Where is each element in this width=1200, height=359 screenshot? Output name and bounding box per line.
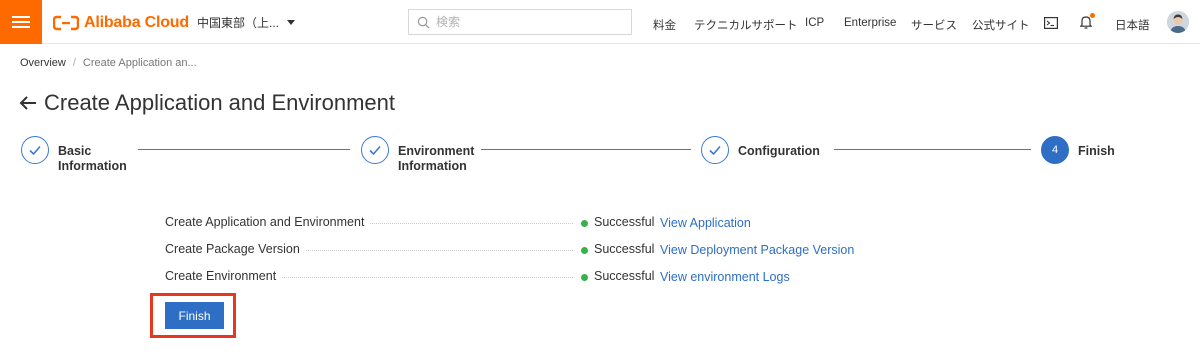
- notification-dot: [1090, 13, 1095, 18]
- step-2-check-icon: [361, 136, 389, 164]
- breadcrumb-overview[interactable]: Overview: [20, 57, 66, 69]
- step-3-check-icon: [701, 136, 729, 164]
- nav-link-icp[interactable]: ICP: [805, 17, 824, 29]
- step-indicator: Basic Information Environment Informatio…: [0, 136, 1200, 184]
- nav-link-enterprise[interactable]: Enterprise: [844, 17, 896, 29]
- step-1-label-line2: Information: [58, 159, 127, 173]
- step-4-label: Finish: [1078, 144, 1115, 159]
- step-connector: [138, 149, 350, 150]
- region-label: 中国東部（上...: [197, 16, 280, 30]
- avatar[interactable]: [1167, 11, 1189, 33]
- back-arrow-icon[interactable]: [18, 93, 38, 113]
- step-connector: [481, 149, 691, 150]
- title-row: Create Application and Environment: [18, 90, 395, 116]
- success-status-dot: [581, 220, 588, 227]
- success-status-dot: [581, 247, 588, 254]
- search-input[interactable]: [436, 15, 616, 29]
- view-deployment-package-link[interactable]: View Deployment Package Version: [660, 243, 854, 257]
- breadcrumb-current: Create Application an...: [82, 57, 197, 69]
- nav-link-services[interactable]: サービス: [911, 17, 957, 33]
- bell-icon[interactable]: [1079, 13, 1095, 29]
- step-3-label-line1: Configuration: [738, 144, 820, 158]
- page-title: Create Application and Environment: [44, 90, 395, 115]
- status-text: Successful: [594, 269, 655, 283]
- result-list: Create Application and Environment Succe…: [165, 213, 865, 294]
- success-status-dot: [581, 274, 588, 281]
- logo-text: Alibaba Cloud: [84, 14, 189, 31]
- step-1-label: Basic Information: [58, 144, 127, 174]
- menu-icon[interactable]: [0, 0, 42, 44]
- breadcrumb: Overview / Create Application an...: [20, 57, 197, 69]
- step-2-label-line1: Environment: [398, 144, 475, 158]
- logo-icon: [53, 15, 79, 31]
- step-connector: [834, 149, 1031, 150]
- result-row: Create Package Version Successful View D…: [165, 240, 865, 267]
- nav-link-pricing[interactable]: 料金: [653, 17, 676, 33]
- nav-link-official-site[interactable]: 公式サイト: [972, 17, 1030, 33]
- status-text: Successful: [594, 242, 655, 256]
- result-name: Create Package Version: [165, 242, 306, 256]
- language-selector[interactable]: 日本語: [1115, 17, 1150, 33]
- alibaba-cloud-logo[interactable]: Alibaba Cloud: [53, 12, 189, 34]
- step-4-label-line1: Finish: [1078, 144, 1115, 158]
- finish-button[interactable]: Finish: [165, 302, 224, 329]
- nav-link-support[interactable]: テクニカルサポート: [694, 17, 798, 33]
- result-row: Create Environment Successful View envir…: [165, 267, 865, 294]
- result-name: Create Application and Environment: [165, 215, 371, 229]
- step-1-check-icon: [21, 136, 49, 164]
- step-2-label-line2: Information: [398, 159, 467, 173]
- step-2-label: Environment Information: [398, 144, 474, 174]
- top-navigation-bar: Alibaba Cloud 中国東部（上... 料金 テクニカルサポート ICP…: [0, 0, 1200, 44]
- step-4-number-badge: 4: [1041, 136, 1069, 164]
- result-row: Create Application and Environment Succe…: [165, 213, 865, 240]
- step-3-label: Configuration: [738, 144, 820, 159]
- search-icon: [417, 16, 430, 28]
- breadcrumb-separator: /: [72, 57, 76, 69]
- chevron-down-icon: [287, 20, 296, 25]
- status-text: Successful: [594, 215, 655, 229]
- search-box[interactable]: [408, 9, 632, 35]
- view-application-link[interactable]: View Application: [660, 216, 751, 230]
- step-1-label-line1: Basic: [58, 144, 92, 158]
- region-selector[interactable]: 中国東部（上...: [197, 14, 296, 31]
- result-name: Create Environment: [165, 269, 283, 283]
- view-environment-logs-link[interactable]: View environment Logs: [660, 270, 790, 284]
- step-4-number: 4: [1051, 144, 1059, 156]
- terminal-icon[interactable]: [1044, 16, 1059, 30]
